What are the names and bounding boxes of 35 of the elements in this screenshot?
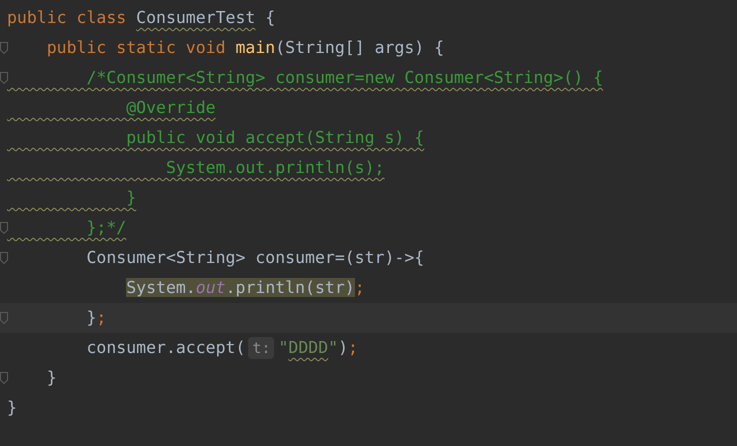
string-literal: "	[278, 337, 288, 359]
fold-marker-icon[interactable]	[0, 252, 8, 264]
comment-text: System.out.println(s);	[164, 157, 384, 179]
code-text: }	[46, 367, 57, 389]
code-text: .println(str)	[226, 277, 355, 299]
keyword-text: ;	[354, 277, 365, 299]
comment-text: public void accept(String s) {	[125, 127, 424, 149]
code-text: ConsumerTest	[136, 7, 256, 29]
string-literal: DDDD	[288, 337, 328, 359]
comment-text: }	[125, 187, 136, 209]
code-text: (String[] args) {	[275, 37, 444, 59]
keyword-text: ;	[348, 337, 358, 359]
keyword-text: ;	[96, 307, 106, 329]
comment-text: };*/	[85, 217, 126, 239]
brace-text: {	[414, 247, 424, 269]
fold-marker-icon[interactable]	[0, 372, 8, 384]
method-name: main	[235, 37, 276, 59]
keyword-text: public static void	[46, 37, 227, 59]
code-text: {	[264, 7, 276, 29]
code-text: )	[338, 337, 348, 359]
fold-marker-icon[interactable]	[0, 312, 8, 324]
fold-marker-icon[interactable]	[0, 72, 8, 84]
string-literal: "	[328, 337, 338, 359]
fold-marker-icon[interactable]	[0, 222, 8, 234]
comment-text: @Override	[125, 97, 216, 119]
keyword-text: public class	[7, 7, 128, 29]
code-text: System.	[125, 277, 196, 299]
code-text: consumer.accept(	[85, 337, 246, 359]
code-text: }	[85, 307, 96, 329]
code-text: Consumer<String> consumer=(str)->	[85, 247, 414, 269]
code-text: }	[7, 397, 17, 419]
comment-text: /*Consumer<String> consumer=new Consumer<String>() {	[85, 67, 604, 89]
field-name: out	[196, 277, 226, 299]
parameter-hint: t:	[248, 337, 274, 359]
fold-marker-icon[interactable]	[0, 42, 8, 54]
